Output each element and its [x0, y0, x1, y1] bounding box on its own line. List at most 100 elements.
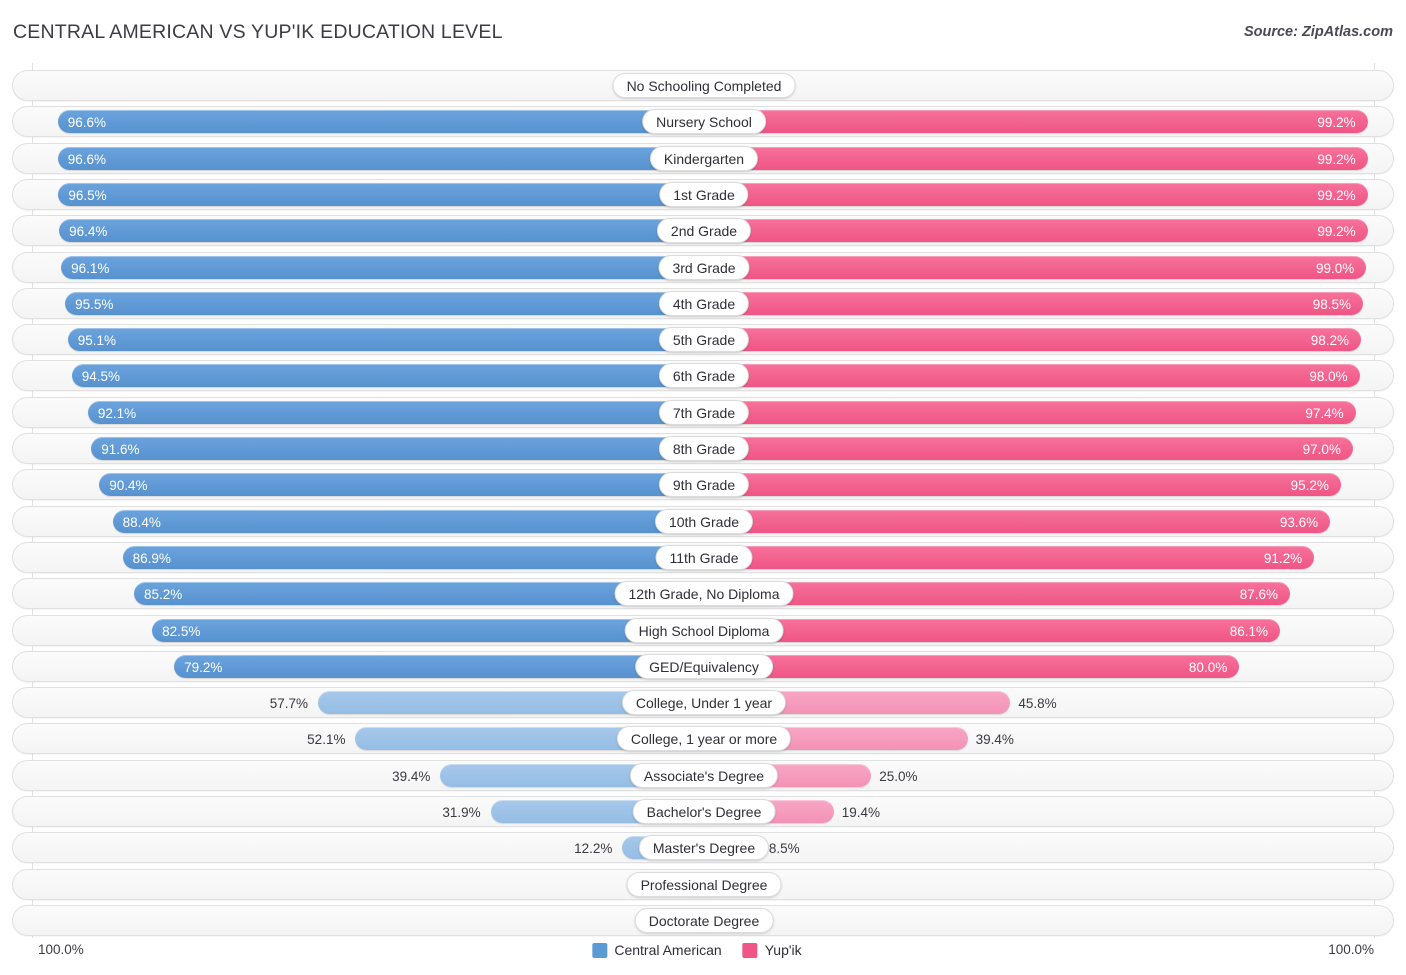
chart-row-inner: 86.9% 91.2% 11th Grade [13, 543, 1393, 572]
chart-row[interactable]: 96.6% 99.2% Nursery School [12, 106, 1394, 138]
category-label-pill[interactable]: Bachelor's Degree [632, 799, 776, 824]
chart-row[interactable]: 96.4% 99.2% 2nd Grade [12, 215, 1394, 247]
chart-row[interactable]: 88.4% 93.6% 10th Grade [12, 505, 1394, 537]
category-label-pill[interactable]: 4th Grade [658, 290, 750, 316]
bar-yupik [704, 473, 1341, 497]
chart-row[interactable]: 12.2% 8.5% Master's Degree [12, 832, 1394, 864]
bar-value-central-american: 39.4% [392, 768, 431, 784]
legend-label: Yup'ik [764, 942, 802, 958]
bar-central-american [152, 618, 704, 642]
bar-central-american [57, 146, 704, 170]
legend-item-yupik[interactable]: Yup'ik [742, 942, 802, 958]
bar-yupik [704, 437, 1353, 460]
bar-yupik [704, 328, 1361, 352]
category-label-pill[interactable]: College, Under 1 year [621, 690, 787, 716]
chart-row-inner: 88.4% 93.6% 10th Grade [13, 507, 1393, 536]
bar-value-yupik: 97.4% [1305, 405, 1344, 421]
chart-row-inner: 79.2% 80.0% GED/Equivalency [13, 652, 1393, 681]
chart-row[interactable]: 96.5% 99.2% 1st Grade [12, 178, 1394, 210]
bar-central-american [58, 182, 704, 206]
bar-central-american [67, 328, 704, 352]
chart-row[interactable]: 86.9% 91.2% 11th Grade [12, 541, 1394, 573]
chart-row-inner: 1.5%1.3%Doctorate Degree [13, 906, 1393, 935]
bar-value-central-american: 82.5% [162, 623, 201, 639]
category-label-pill[interactable]: Professional Degree [626, 871, 782, 897]
category-label-pill[interactable]: 9th Grade [658, 472, 750, 498]
category-label-pill[interactable]: 5th Grade [658, 327, 750, 353]
chart-row-inner: 95.5% 98.5% 4th Grade [13, 289, 1393, 318]
category-label-pill[interactable]: Master's Degree [638, 835, 770, 861]
chart-row-inner: 95.1% 98.2% 5th Grade [13, 325, 1393, 354]
legend-swatch-icon [742, 942, 758, 958]
chart-row[interactable]: 39.4% 25.0% Associate's Degree [12, 759, 1394, 791]
chart-row-inner: 90.4% 95.2% 9th Grade [13, 470, 1393, 499]
category-label-pill[interactable]: Nursery School [642, 109, 766, 135]
legend-label: Central American [614, 942, 722, 958]
category-label-pill[interactable]: Associate's Degree [629, 762, 779, 788]
bar-yupik [704, 110, 1368, 134]
chart-row[interactable]: 52.1% 39.4% College, 1 year or more [12, 723, 1394, 755]
chart-row[interactable]: 31.9% 19.4% Bachelor's Degree [12, 796, 1394, 827]
bar-central-american [59, 219, 704, 243]
chart-row-inner: 96.6% 99.2% Nursery School [13, 107, 1393, 136]
chart-row[interactable]: 85.2% 87.6% 12th Grade, No Diploma [12, 578, 1394, 610]
category-label-pill[interactable]: 6th Grade [658, 363, 750, 389]
chart-row-inner: 31.9% 19.4% Bachelor's Degree [13, 797, 1393, 826]
chart-row[interactable]: 1.5%1.3%Doctorate Degree [12, 904, 1394, 936]
chart-row[interactable]: 96.6% 99.2% Kindergarten [12, 142, 1394, 174]
chart-row[interactable]: 3.4%1.2%No Schooling Completed [12, 70, 1394, 101]
chart-row[interactable]: 95.1% 98.2% 5th Grade [12, 324, 1394, 356]
page-title: CENTRAL AMERICAN VS YUP'IK EDUCATION LEV… [13, 21, 503, 43]
bar-value-yupik: 19.4% [841, 805, 881, 820]
category-label-pill[interactable]: 7th Grade [658, 399, 750, 425]
chart-row-inner: 3.6%2.9%Professional Degree [13, 870, 1393, 899]
chart-row[interactable]: 79.2% 80.0% GED/Equivalency [12, 650, 1394, 682]
category-label-pill[interactable]: 3rd Grade [658, 254, 750, 280]
bar-yupik [704, 182, 1368, 206]
chart-row-inner: 52.1% 39.4% College, 1 year or more [13, 724, 1393, 753]
category-label-pill[interactable]: Doctorate Degree [634, 907, 774, 933]
category-label-pill[interactable]: College, 1 year or more [616, 726, 792, 752]
category-label-pill[interactable]: 2nd Grade [656, 218, 752, 244]
category-label-pill[interactable]: Kindergarten [649, 145, 759, 171]
bar-value-central-american: 57.7% [269, 696, 308, 712]
bar-yupik [704, 545, 1315, 569]
chart-row[interactable]: 94.5% 98.0% 6th Grade [12, 360, 1394, 392]
chart-row[interactable]: 57.7% 45.8% College, Under 1 year [12, 687, 1394, 719]
bar-value-yupik: 98.0% [1309, 369, 1348, 385]
chart-row[interactable]: 95.5% 98.5% 4th Grade [12, 287, 1394, 319]
bar-value-central-american: 96.6% [67, 151, 107, 167]
chart-row[interactable]: 91.6% 97.0% 8th Grade [12, 433, 1394, 464]
category-label-pill[interactable]: GED/Equivalency [635, 653, 773, 679]
bar-value-central-american: 96.5% [68, 187, 107, 203]
category-label-pill[interactable]: 11th Grade [655, 544, 753, 570]
bar-value-yupik: 99.2% [1317, 115, 1356, 131]
bar-value-yupik: 8.5% [768, 841, 800, 857]
bar-central-american [122, 545, 704, 569]
bar-value-central-american: 95.5% [75, 296, 114, 312]
category-label-pill[interactable]: High School Diploma [624, 617, 784, 643]
chart-row[interactable]: 82.5% 86.1% High School Diploma [12, 614, 1394, 646]
bar-central-american [65, 291, 704, 315]
bar-value-yupik: 99.2% [1317, 224, 1356, 240]
chart-row[interactable]: 3.6%2.9%Professional Degree [12, 868, 1394, 900]
chart-row[interactable]: 90.4% 95.2% 9th Grade [12, 469, 1394, 501]
chart-row-inner: 39.4% 25.0% Associate's Degree [13, 761, 1393, 790]
category-label-pill[interactable]: 8th Grade [658, 436, 750, 461]
category-label-pill[interactable]: No Schooling Completed [612, 73, 796, 98]
category-label-pill[interactable]: 1st Grade [659, 181, 749, 207]
legend-item-central-american[interactable]: Central American [592, 942, 722, 958]
bar-value-central-american: 92.1% [97, 405, 137, 421]
chart-row-inner: 96.1% 99.0% 3rd Grade [13, 253, 1393, 282]
chart-row[interactable]: 96.1% 99.0% 3rd Grade [12, 251, 1394, 283]
bar-value-central-american: 88.4% [122, 514, 161, 530]
category-label-pill[interactable]: 10th Grade [654, 508, 754, 534]
bar-central-american [71, 364, 704, 388]
bar-value-yupik: 86.1% [1229, 623, 1269, 639]
category-label-pill[interactable]: 12th Grade, No Diploma [614, 581, 794, 607]
chart-row[interactable]: 92.1% 97.4% 7th Grade [12, 396, 1394, 428]
chart-legend: Central American Yup'ik [592, 942, 813, 958]
bar-yupik [704, 654, 1240, 678]
bar-value-central-american: 96.4% [69, 224, 108, 240]
chart-row-inner: 82.5% 86.1% High School Diploma [13, 616, 1393, 645]
